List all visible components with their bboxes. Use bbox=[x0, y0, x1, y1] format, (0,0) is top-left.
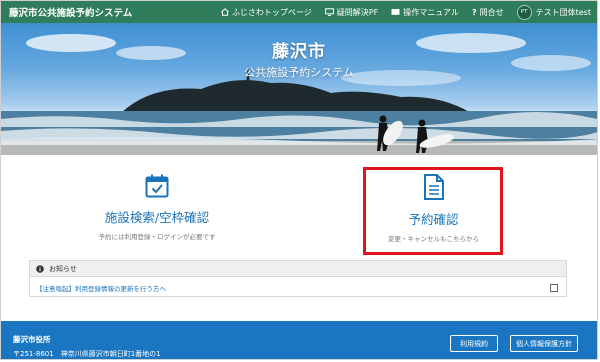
user-menu[interactable]: PT テスト団体test bbox=[516, 4, 591, 20]
hero-title: 藤沢市 bbox=[272, 42, 326, 62]
notice-header: お知らせ bbox=[30, 261, 566, 277]
nav-manual-label: 操作マニュアル bbox=[403, 7, 459, 17]
app-title[interactable]: 藤沢市公共施設予約システム bbox=[9, 5, 132, 19]
facility-search-title: 施設検索/空枠確認 bbox=[104, 210, 210, 225]
nav-faq-label: 疑問解決PF bbox=[336, 7, 379, 17]
nav-contact-label: 問合せ bbox=[479, 7, 504, 17]
footer: 藤沢市役所 〒251-8601 神奈川県藤沢市朝日町1番地の1 利用規約 個人情… bbox=[1, 321, 597, 359]
nav-contact[interactable]: ? 問合せ bbox=[472, 7, 504, 18]
hero-banner: 藤沢市 公共施設予約システム bbox=[1, 23, 597, 155]
monitor-icon bbox=[324, 8, 334, 16]
top-bar: 藤沢市公共施設予約システム ふじさわトップページ 疑問解決PF 操作マニュアル … bbox=[1, 1, 597, 23]
terms-button[interactable]: 利用規約 bbox=[450, 335, 498, 352]
page-frame: 藤沢市公共施設予約システム ふじさわトップページ 疑問解決PF 操作マニュアル … bbox=[0, 0, 598, 360]
notice-item-link[interactable]: 【注意喚起】利用登録情報の更新を行う方へ bbox=[36, 283, 166, 293]
notice-heading: お知らせ bbox=[49, 264, 77, 273]
info-icon bbox=[36, 264, 44, 273]
calendar-check-icon bbox=[145, 174, 169, 198]
user-name: テスト団体test bbox=[535, 7, 591, 17]
facility-search-card[interactable]: 施設検索/空枠確認 予約には利用登録・ログインが必要です bbox=[57, 173, 257, 253]
nav-manual[interactable]: 操作マニュアル bbox=[391, 7, 459, 18]
highlight-box bbox=[363, 167, 503, 255]
avatar: PT bbox=[516, 4, 532, 20]
notice-panel: お知らせ 【注意喚起】利用登録情報の更新を行う方へ bbox=[29, 260, 567, 297]
nav-top-page-label: ふじさわトップページ bbox=[231, 7, 312, 17]
footer-org: 藤沢市役所 bbox=[13, 335, 51, 344]
notice-item[interactable]: 【注意喚起】利用登録情報の更新を行う方へ bbox=[30, 277, 566, 298]
hero-subtitle: 公共施設予約システム bbox=[244, 66, 354, 79]
facility-search-note: 予約には利用登録・ログインが必要です bbox=[98, 233, 216, 241]
nav-top-page[interactable]: ふじさわトップページ bbox=[221, 7, 312, 18]
top-nav: ふじさわトップページ 疑問解決PF 操作マニュアル ? 問合せ PT テスト団体… bbox=[221, 4, 597, 20]
nav-faq[interactable]: 疑問解決PF bbox=[324, 7, 379, 18]
privacy-policy-button[interactable]: 個人情報保護方針 bbox=[510, 335, 578, 352]
footer-address: 〒251-8601 神奈川県藤沢市朝日町1番地の1 bbox=[13, 350, 161, 358]
notice-item-checkbox[interactable] bbox=[550, 283, 558, 292]
home-icon bbox=[221, 8, 229, 16]
book-icon bbox=[391, 8, 400, 16]
question-icon: ? bbox=[471, 7, 477, 17]
